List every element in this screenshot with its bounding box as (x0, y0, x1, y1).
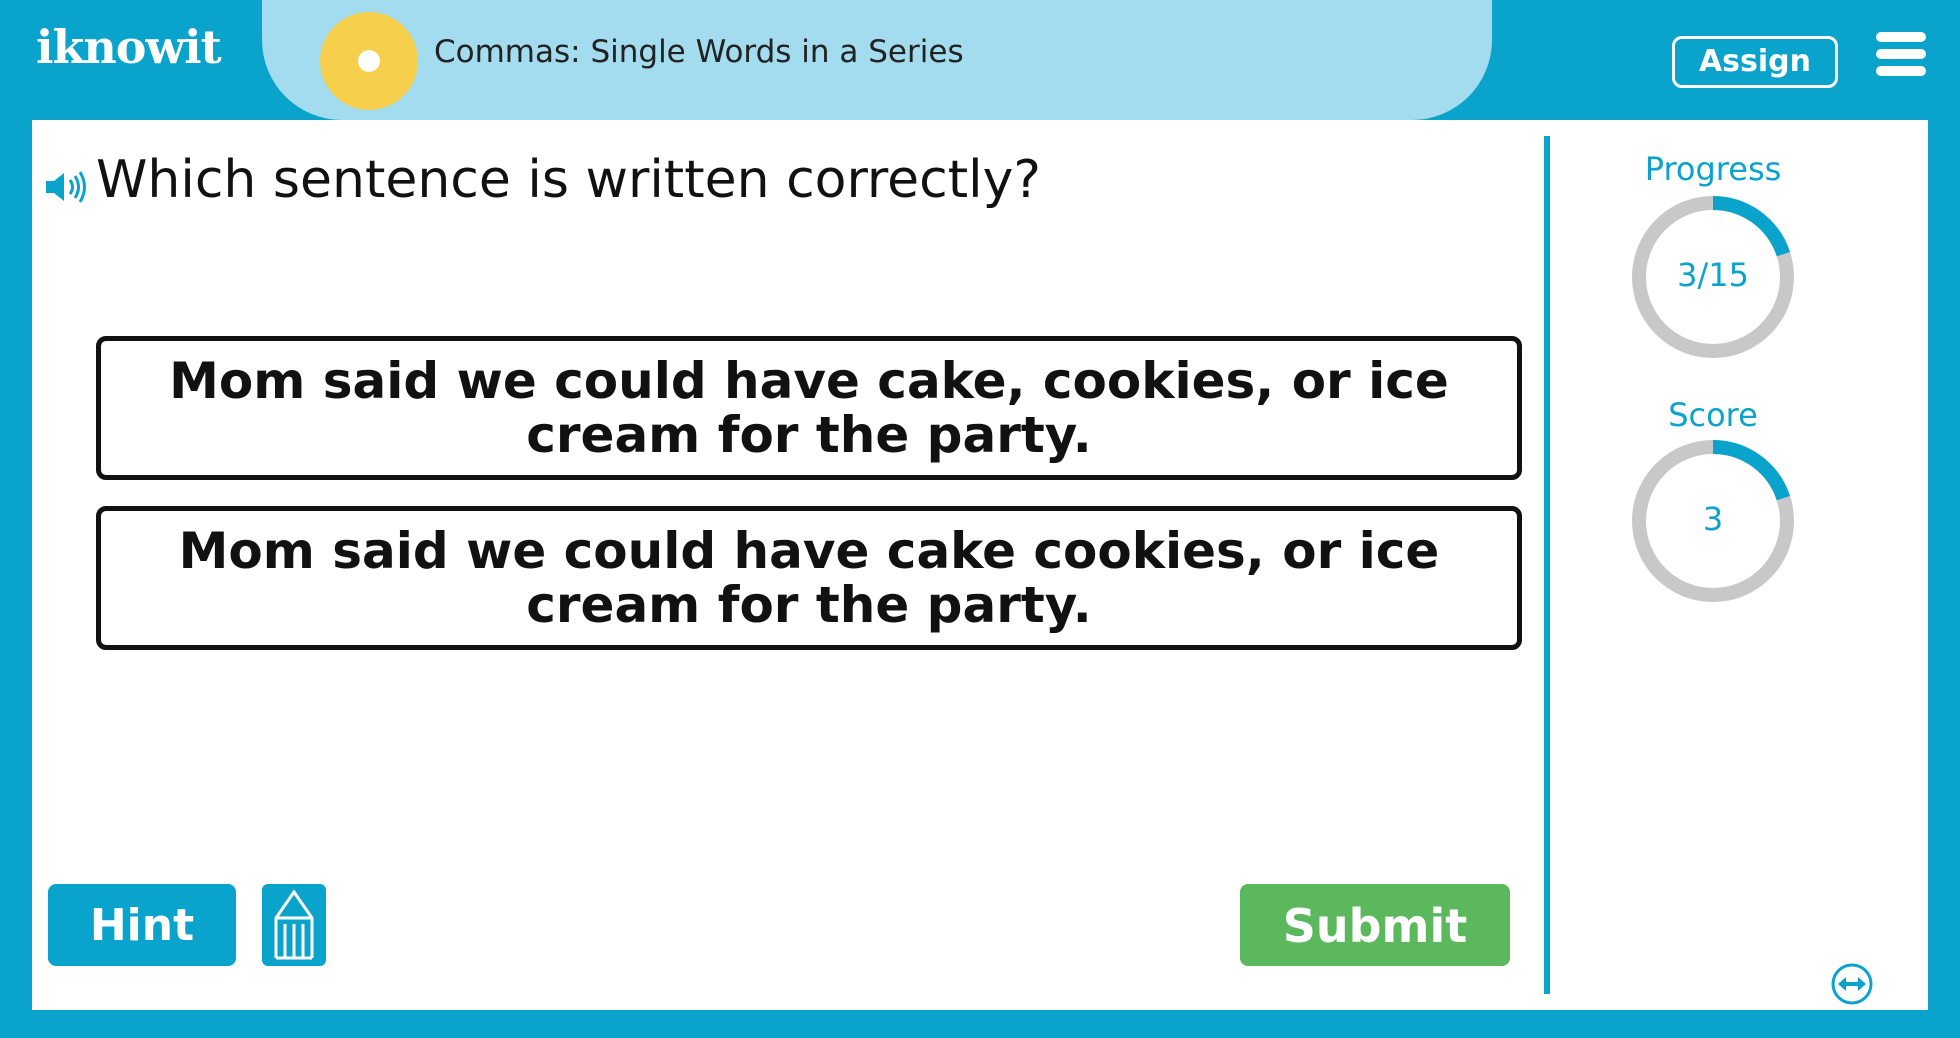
submit-button[interactable]: Submit (1240, 884, 1510, 966)
lesson-icon (320, 12, 418, 110)
question-text: Which sentence is written correctly? (96, 150, 1041, 210)
assign-button[interactable]: Assign (1672, 36, 1838, 88)
speaker-icon[interactable] (44, 170, 88, 204)
panel-divider (1544, 136, 1550, 994)
lesson-icon-dot (358, 50, 380, 72)
progress-value: 3/15 (1677, 256, 1749, 294)
lesson-content: Which sentence is written correctly? Mom… (32, 120, 1928, 1010)
score-value: 3 (1702, 500, 1724, 538)
answer-option-1[interactable]: Mom said we could have cake, cookies, or… (96, 336, 1522, 480)
answer-option-2[interactable]: Mom said we could have cake cookies, or … (96, 506, 1522, 650)
expand-arrows-icon[interactable] (1830, 962, 1874, 1006)
answer-option-1-text: Mom said we could have cake, cookies, or… (169, 352, 1449, 464)
hamburger-menu-icon[interactable] (1876, 32, 1926, 76)
progress-label: Progress (1644, 150, 1782, 188)
logo-text: iknowit (36, 20, 222, 74)
answer-option-2-text: Mom said we could have cake cookies, or … (178, 522, 1440, 634)
header-bar: iknowit Commas: Single Words in a Series… (0, 0, 1960, 120)
pencil-icon[interactable] (262, 884, 326, 966)
score-label: Score (1668, 396, 1758, 434)
iknowit-logo[interactable]: iknowit (36, 20, 222, 74)
hint-button[interactable]: Hint (48, 884, 236, 966)
lesson-title: Commas: Single Words in a Series (434, 34, 964, 70)
